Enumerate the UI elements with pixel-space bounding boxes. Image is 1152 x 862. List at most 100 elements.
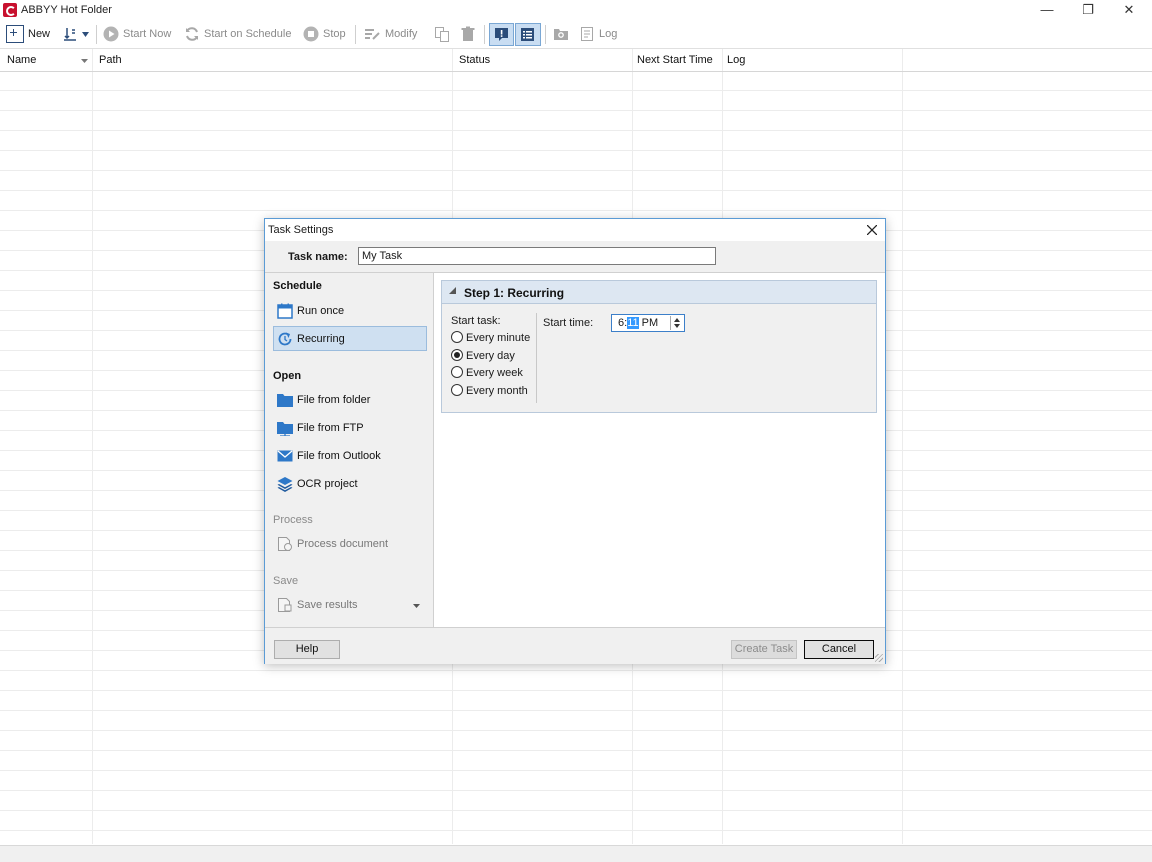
nav-file-from-outlook[interactable]: File from Outlook <box>273 444 427 469</box>
new-button[interactable]: New <box>6 24 50 44</box>
collapse-triangle-icon <box>449 287 456 294</box>
column-divider <box>902 49 903 844</box>
minimize-button[interactable]: — <box>1029 0 1065 21</box>
create-task-button[interactable]: Create Task <box>731 640 797 659</box>
step-recurring-panel: Step 1: Recurring Start task: Every minu… <box>441 280 877 413</box>
details-view-toggle[interactable] <box>515 23 541 46</box>
alert-icon <box>495 28 508 41</box>
row-line <box>0 730 1152 731</box>
delete-button[interactable] <box>460 24 480 44</box>
toolbar-separator <box>545 25 546 44</box>
chevron-down-icon[interactable] <box>413 604 420 608</box>
column-header-path[interactable]: Path <box>92 49 452 71</box>
task-name-row: Task name: My Task <box>265 241 885 272</box>
column-header-log[interactable]: Log <box>722 49 902 71</box>
resize-grip-icon[interactable] <box>875 654 883 662</box>
step-header[interactable]: Step 1: Recurring <box>442 281 876 304</box>
nav-ocr-project[interactable]: OCR project <box>273 472 427 497</box>
copy-button[interactable] <box>434 24 454 44</box>
radio-label: Every month <box>466 385 528 397</box>
toolbar-separator <box>484 25 485 44</box>
radio-every-month[interactable]: Every month <box>451 383 528 399</box>
dialog-title-bar: Task Settings <box>265 219 885 241</box>
row-line <box>0 710 1152 711</box>
start-now-button[interactable]: Start Now <box>103 24 171 44</box>
column-header-next-start-time[interactable]: Next Start Time <box>632 49 722 71</box>
help-button[interactable]: Help <box>274 640 340 659</box>
start-on-schedule-label: Start on Schedule <box>204 28 292 40</box>
row-line <box>0 750 1152 751</box>
column-header-status[interactable]: Status <box>452 49 632 71</box>
toolbar-separator <box>96 25 97 44</box>
recurring-icon <box>278 332 292 346</box>
open-folder-button[interactable] <box>553 24 573 44</box>
radio-label: Every minute <box>466 332 531 344</box>
column-header-name[interactable]: Name <box>0 49 92 71</box>
window-title: ABBYY Hot Folder <box>21 4 112 16</box>
nav-file-from-ftp-label: File from FTP <box>297 422 364 434</box>
nav-ocr-project-label: OCR project <box>297 478 358 490</box>
stop-icon <box>303 26 319 42</box>
log-icon <box>581 27 593 42</box>
radio-label: Every day <box>466 350 515 362</box>
nav-process-document[interactable]: Process document <box>273 532 427 557</box>
column-name-label: Name <box>7 54 37 66</box>
radio-every-day[interactable]: Every day <box>451 348 515 364</box>
new-label: New <box>28 28 51 40</box>
nav-save-results[interactable]: Save results <box>273 593 427 618</box>
layers-icon <box>277 477 293 493</box>
row-line <box>0 810 1152 811</box>
start-now-label: Start Now <box>123 28 172 40</box>
radio-icon <box>451 384 463 397</box>
refresh-icon <box>186 27 198 41</box>
task-steps-sidebar: Schedule Run once Recurring Open File fr… <box>265 272 434 628</box>
row-line <box>0 170 1152 171</box>
radio-every-minute[interactable]: Every minute <box>451 330 530 346</box>
play-icon <box>103 26 119 42</box>
radio-icon <box>451 331 463 344</box>
close-window-button[interactable]: ✕ <box>1111 0 1147 21</box>
nav-file-from-folder[interactable]: File from folder <box>273 388 427 413</box>
task-settings-dialog: Task Settings Task name: My Task Schedul… <box>264 218 886 664</box>
radio-label: Every week <box>466 367 523 379</box>
start-time-input[interactable]: 6:11 PM <box>611 314 685 332</box>
modify-icon <box>365 29 380 40</box>
nav-recurring-label: Recurring <box>297 333 345 345</box>
time-spinner-icon[interactable] <box>670 316 683 330</box>
nav-run-once[interactable]: Run once <box>273 299 427 324</box>
status-bar <box>0 845 1152 862</box>
time-ampm: PM <box>638 317 659 329</box>
radio-every-week[interactable]: Every week <box>451 365 523 381</box>
nav-process-document-label: Process document <box>297 538 389 550</box>
folder-search-icon <box>554 29 568 41</box>
row-line <box>0 130 1152 131</box>
alert-view-toggle[interactable] <box>489 23 514 46</box>
log-button[interactable]: Log <box>579 24 617 44</box>
stop-button[interactable]: Stop <box>303 24 346 44</box>
modify-button[interactable]: Modify <box>363 24 417 44</box>
nav-file-from-ftp[interactable]: File from FTP <box>273 416 427 441</box>
row-line <box>0 770 1152 771</box>
sort-icon <box>64 28 76 41</box>
start-on-schedule-button[interactable]: Start on Schedule <box>184 24 291 44</box>
dialog-title: Task Settings <box>268 224 334 236</box>
task-name-input[interactable]: My Task <box>358 247 716 265</box>
row-line <box>0 830 1152 831</box>
start-time-label: Start time: <box>543 317 594 329</box>
title-bar: ABBYY Hot Folder — ❐ ✕ <box>0 0 1152 21</box>
sort-dropdown-button[interactable] <box>62 24 89 44</box>
cancel-button[interactable]: Cancel <box>804 640 874 659</box>
section-process: Process <box>273 514 313 526</box>
time-minute-selected: 11 <box>627 317 639 329</box>
dialog-close-icon[interactable] <box>867 225 877 235</box>
row-line <box>0 90 1152 91</box>
nav-file-from-outlook-label: File from Outlook <box>297 450 381 462</box>
trash-icon <box>461 26 475 42</box>
nav-file-from-folder-label: File from folder <box>297 394 371 406</box>
maximize-button[interactable]: ❐ <box>1070 0 1106 21</box>
radio-icon <box>451 366 463 379</box>
nav-recurring[interactable]: Recurring <box>273 326 427 351</box>
sort-arrow-icon <box>81 59 88 63</box>
header-divider <box>0 71 1152 72</box>
row-line <box>0 190 1152 191</box>
